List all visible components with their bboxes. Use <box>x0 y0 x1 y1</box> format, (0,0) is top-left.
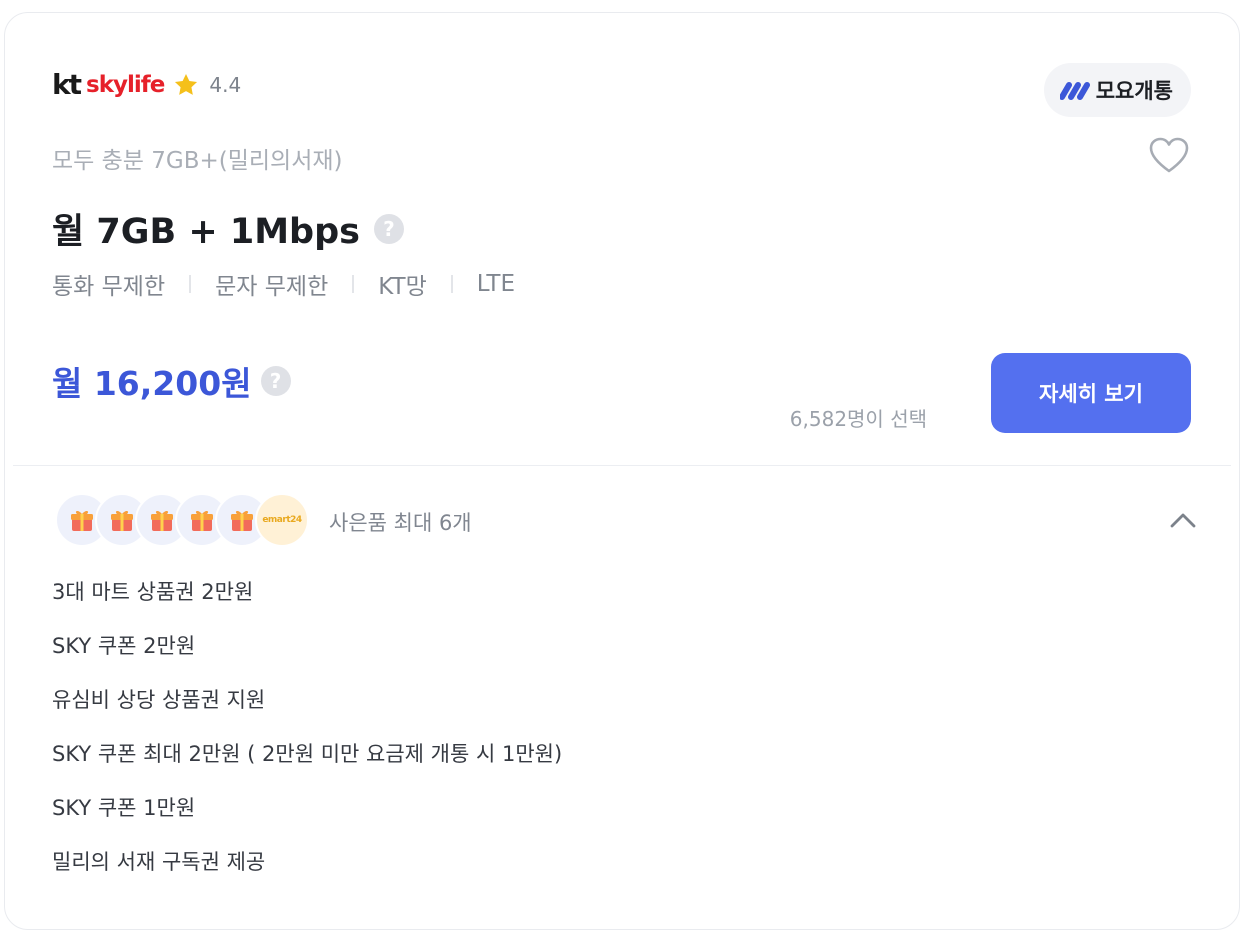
plan-title: 월 7GB + 1Mbps <box>52 212 360 252</box>
plan-card: kt skylife 4.4 모요개통 모두 충분 7GB+(밀리의서재) 월 … <box>4 12 1240 930</box>
gift-item: 3대 마트 상품권 2만원 <box>52 580 254 604</box>
chevron-up-icon[interactable] <box>1167 505 1199 537</box>
plan-title-row: 월 7GB + 1Mbps ? <box>52 203 404 254</box>
spec-divider <box>450 275 453 293</box>
gift-item: 유심비 상당 상품권 지원 <box>52 688 266 712</box>
heart-icon[interactable] <box>1149 137 1189 175</box>
logo-skylife-text: skylife <box>86 72 165 98</box>
section-divider <box>13 465 1231 466</box>
plan-subtitle: 모두 충분 7GB+(밀리의서재) <box>52 148 343 174</box>
plan-help-icon[interactable]: ? <box>373 213 404 244</box>
spec-divider <box>352 275 355 293</box>
gift-icon <box>191 510 213 531</box>
logo-kt-text: kt <box>52 68 82 101</box>
moyo-logo-icon <box>1059 82 1090 100</box>
agent-badge: 모요개통 <box>1043 63 1191 117</box>
gift-icon <box>231 510 253 531</box>
view-details-button[interactable]: 자세히 보기 <box>991 353 1191 433</box>
spec-generation: LTE <box>476 271 515 297</box>
gift-item: SKY 쿠폰 1만원 <box>52 796 196 820</box>
price-help-icon[interactable]: ? <box>260 366 291 396</box>
price-row: 월 16,200원 ? <box>52 357 291 405</box>
plan-specs: 통화 무제한 문자 무제한 KT망 LTE <box>52 267 515 301</box>
star-icon <box>175 73 198 95</box>
gift-icon <box>151 510 173 531</box>
gifts-header[interactable]: emart24 사은품 최대 6개 <box>55 493 1199 549</box>
spec-call: 통화 무제한 <box>52 274 166 300</box>
gift-icon <box>111 510 133 531</box>
gift-list: 3대 마트 상품권 2만원 SKY 쿠폰 2만원 유심비 상당 상품권 지원 S… <box>52 579 562 903</box>
gift-item: SKY 쿠폰 최대 2만원 ( 2만원 미만 요금제 개통 시 1만원) <box>52 742 563 766</box>
kt-skylife-logo: kt skylife <box>52 68 165 101</box>
carrier-brand: kt skylife 4.4 <box>52 69 241 101</box>
spec-sms: 문자 무제한 <box>215 274 329 300</box>
agent-name: 모요개통 <box>1095 79 1173 103</box>
plan-summary[interactable]: kt skylife 4.4 모요개통 모두 충분 7GB+(밀리의서재) 월 … <box>5 13 1239 465</box>
monthly-price: 월 16,200원 <box>52 364 252 403</box>
gift-item: 밀리의 서재 구독권 제공 <box>52 850 266 874</box>
gifts-count-label: 사은품 최대 6개 <box>329 511 472 535</box>
spec-divider <box>189 275 192 293</box>
selection-count: 6,582명이 선택 <box>789 407 927 431</box>
spec-network: KT망 <box>378 274 427 300</box>
emart24-logo: emart24 <box>262 515 302 525</box>
emart24-avatar: emart24 <box>255 493 309 547</box>
rating-value: 4.4 <box>209 73 242 97</box>
gift-avatars: emart24 <box>55 493 315 549</box>
gift-icon <box>71 510 93 531</box>
gift-item: SKY 쿠폰 2만원 <box>52 634 196 658</box>
